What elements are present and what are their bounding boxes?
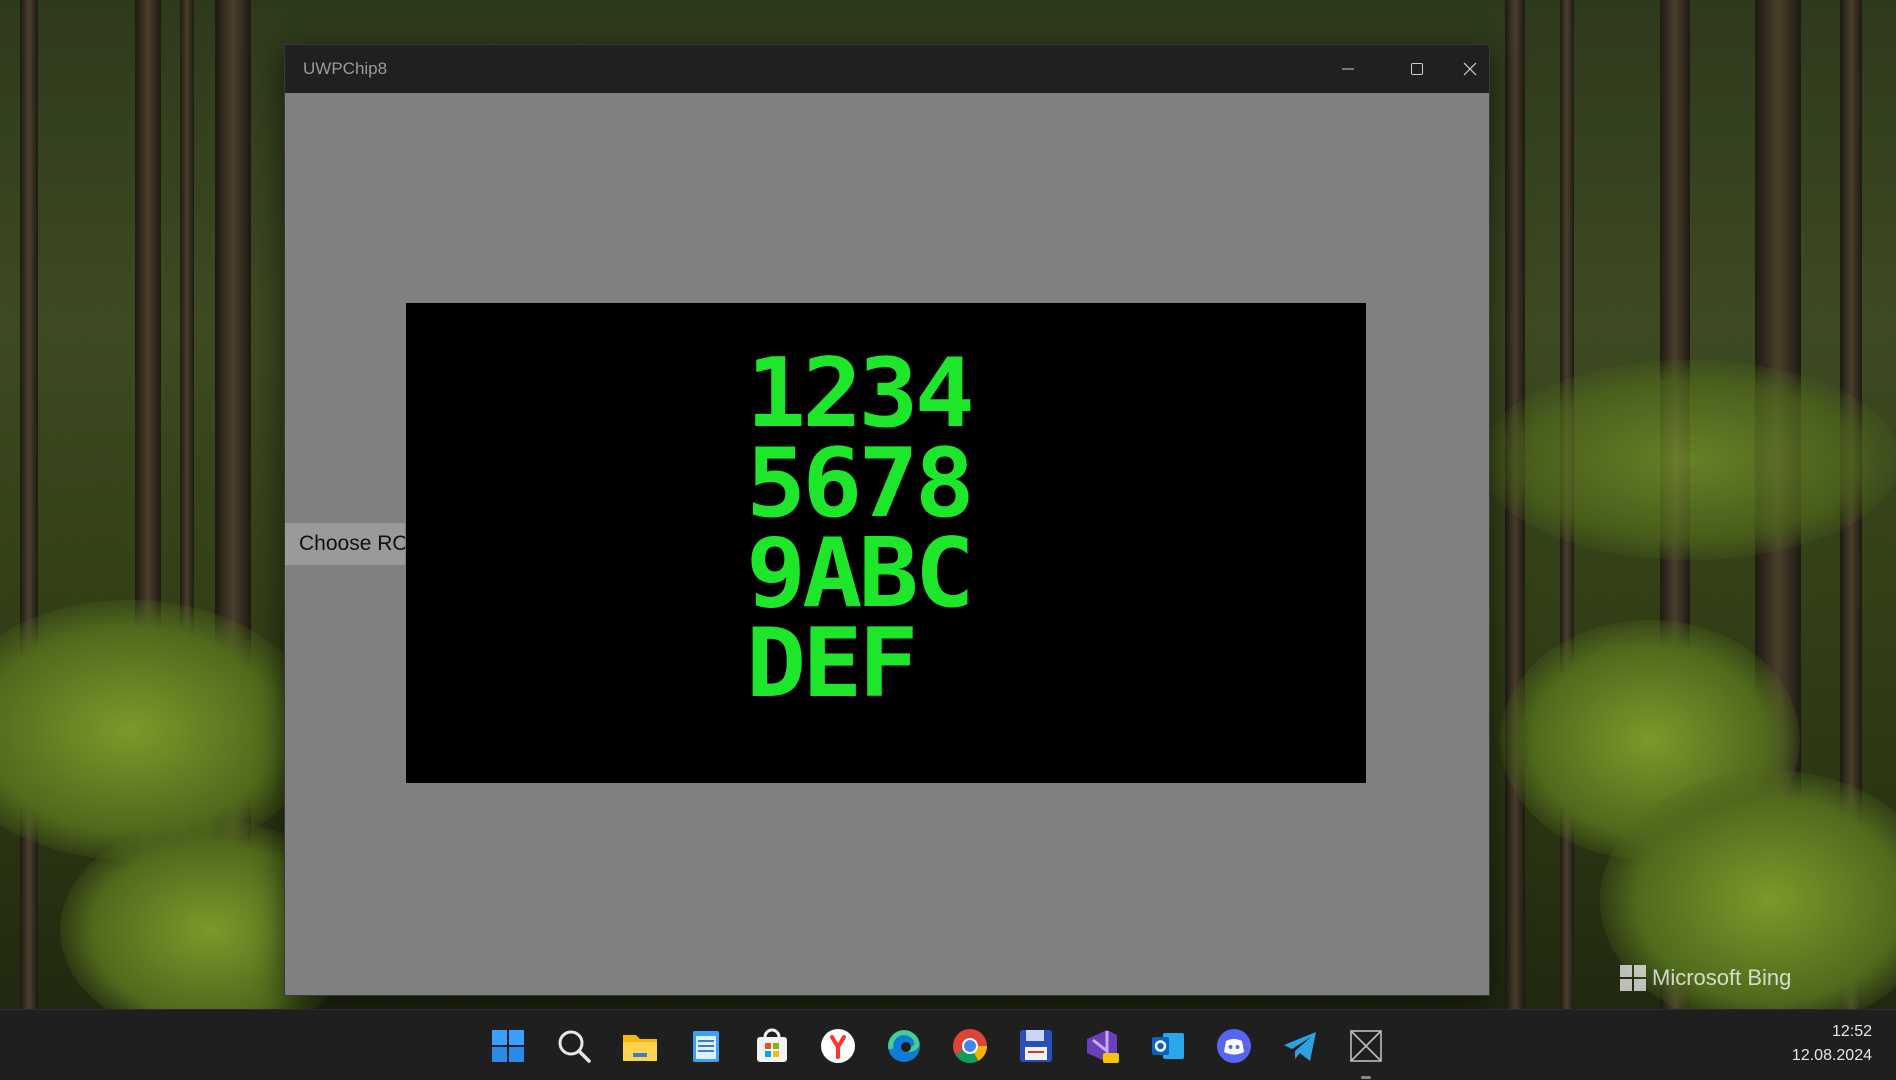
search-icon[interactable] xyxy=(555,1027,593,1065)
close-button[interactable] xyxy=(1451,45,1489,93)
app-window: UWPChip8 Choose ROM 1234 5678 9ABC DEF xyxy=(284,44,1490,996)
system-clock[interactable]: 12:52 12.08.2024 xyxy=(1792,1020,1872,1068)
windows-start-icon[interactable] xyxy=(489,1027,527,1065)
notepad-icon[interactable] xyxy=(687,1027,725,1065)
file-explorer-icon[interactable] xyxy=(621,1027,659,1065)
clock-time: 12:52 xyxy=(1831,1023,1872,1040)
display-line-4: DEF xyxy=(746,607,919,719)
window-title: UWPChip8 xyxy=(303,59,388,78)
uwpchip8-app-icon[interactable] xyxy=(1347,1027,1385,1065)
outlook-icon[interactable] xyxy=(1149,1027,1187,1065)
display-line-2: 5678 xyxy=(746,427,975,539)
choose-rom-button[interactable]: Choose ROM xyxy=(285,523,405,565)
discord-icon[interactable] xyxy=(1215,1027,1253,1065)
save-disk-app-icon[interactable] xyxy=(1017,1027,1055,1065)
minimize-button[interactable] xyxy=(1313,45,1382,93)
visual-studio-preview-icon[interactable] xyxy=(1083,1027,1121,1065)
minimize-icon xyxy=(1341,68,1354,70)
taskbar: 12:52 12.08.2024 xyxy=(0,1009,1896,1080)
close-icon xyxy=(1463,62,1477,76)
title-bar[interactable]: UWPChip8 xyxy=(285,45,1489,93)
bing-watermark-text: Microsoft Bing xyxy=(1652,965,1792,990)
clock-date: 12.08.2024 xyxy=(1791,1047,1872,1064)
maximize-button[interactable] xyxy=(1382,45,1451,93)
microsoft-store-icon[interactable] xyxy=(753,1027,791,1065)
chrome-icon[interactable] xyxy=(951,1027,989,1065)
chip8-display: 1234 5678 9ABC DEF xyxy=(406,303,1366,783)
display-line-3: 9ABC xyxy=(746,517,975,629)
telegram-icon[interactable] xyxy=(1281,1027,1319,1065)
display-line-1: 1234 xyxy=(746,337,975,449)
maximize-icon xyxy=(1410,63,1423,75)
bing-watermark: Microsoft Bing xyxy=(1620,965,1791,991)
microsoft-logo-icon xyxy=(1620,965,1646,991)
yandex-browser-icon[interactable] xyxy=(819,1027,857,1065)
edge-icon[interactable] xyxy=(885,1027,923,1065)
